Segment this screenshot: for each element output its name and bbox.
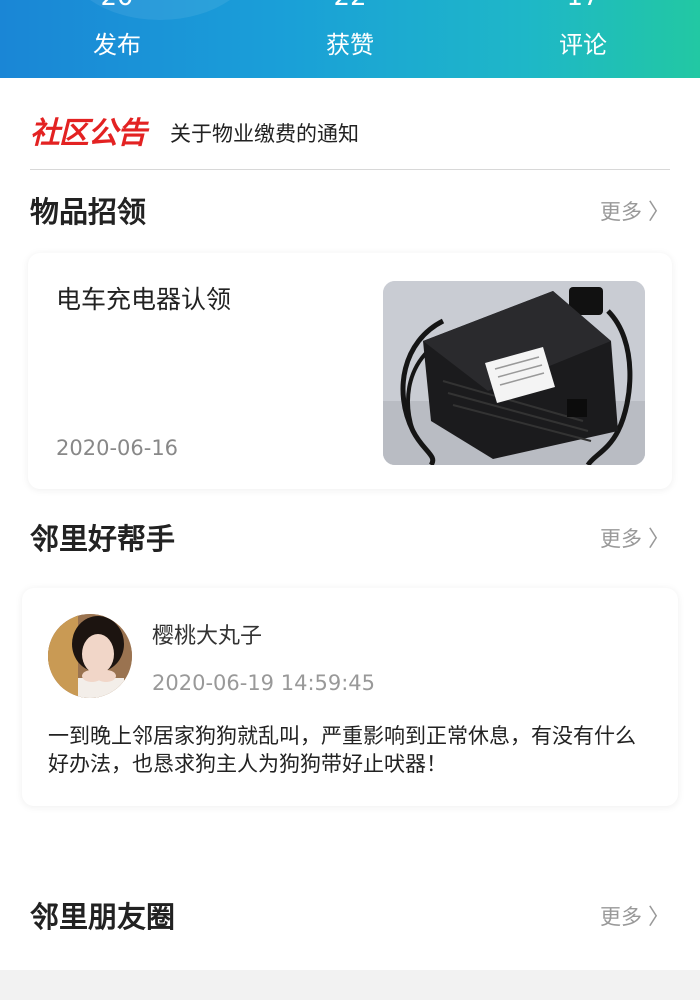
stat-likes-count: 22 (290, 0, 410, 10)
avatar[interactable] (48, 614, 132, 698)
chevron-right-icon: 〉 (647, 527, 670, 552)
stats-header: 20 发布 22 获赞 17 评论 (0, 0, 700, 78)
more-button-lost-found[interactable]: 更多〉 (600, 192, 670, 233)
more-label: 更多 (599, 527, 642, 551)
charger-image (383, 281, 645, 465)
stat-likes-label: 获赞 (326, 31, 374, 59)
more-button-helper[interactable]: 更多〉 (600, 519, 670, 560)
section-title-helper: 邻里好帮手 (30, 522, 176, 556)
stat-comments-label: 评论 (559, 31, 607, 59)
section-title-moments: 邻里朋友圈 (30, 900, 176, 934)
section-title-lost-found: 物品招领 (30, 195, 147, 229)
lost-item-card[interactable]: 电车充电器认领 2020-06-16 (28, 253, 672, 489)
post-time: 2020-06-19 14:59:45 (152, 671, 376, 695)
stat-comments-count: 17 (523, 0, 643, 10)
avatar-image (48, 614, 132, 698)
lost-item-date: 2020-06-16 (56, 436, 179, 460)
lost-item-photo (383, 281, 645, 465)
stat-posts-count: 20 (57, 0, 177, 10)
lost-item-title: 电车充电器认领 (56, 285, 232, 314)
more-button-moments[interactable]: 更多〉 (600, 897, 670, 938)
author-name[interactable]: 樱桃大丸子 (152, 622, 262, 652)
section-separator (0, 970, 700, 1000)
post-content: 一到晚上邻居家狗狗就乱叫，严重影响到正常休息，有没有什么好办法，也恳求狗主人为狗… (48, 724, 636, 776)
community-notice[interactable]: 社区公告 关于物业缴费的通知 (30, 112, 670, 156)
chevron-right-icon: 〉 (647, 905, 670, 930)
stat-posts-label: 发布 (93, 31, 141, 59)
chevron-right-icon: 〉 (647, 200, 670, 225)
notice-text[interactable]: 关于物业缴费的通知 (170, 112, 359, 156)
notice-logo: 社区公告 (30, 116, 147, 151)
divider (30, 169, 670, 170)
more-label: 更多 (599, 200, 642, 224)
more-label: 更多 (599, 905, 642, 929)
help-post-card[interactable]: 樱桃大丸子 2020-06-19 14:59:45 一到晚上邻居家狗狗就乱叫，严… (22, 588, 678, 806)
